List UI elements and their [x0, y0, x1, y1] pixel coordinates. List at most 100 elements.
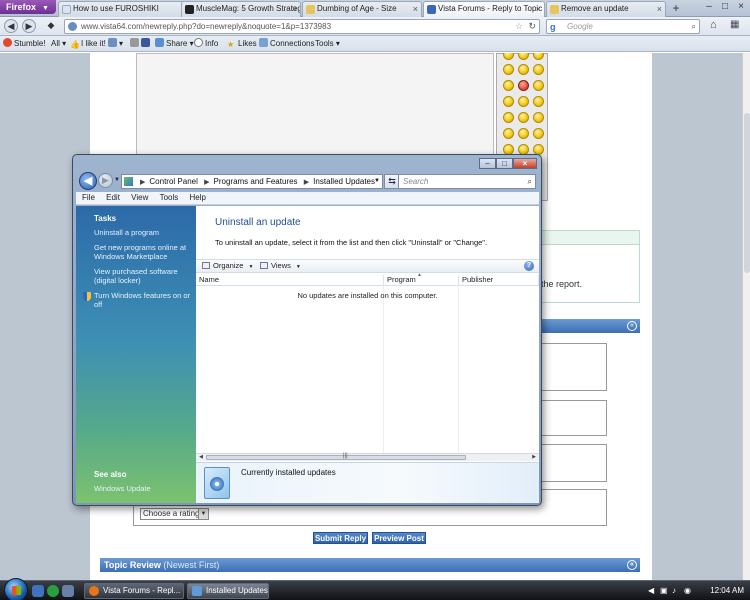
menu-view[interactable]: View [131, 193, 148, 202]
page-scrollbar[interactable] [742, 53, 750, 580]
minimize-icon[interactable]: – [702, 1, 716, 13]
addon-icon[interactable]: ▦ [730, 19, 739, 30]
menu-help[interactable]: Help [190, 193, 206, 202]
smilie-icon[interactable] [533, 96, 544, 107]
breadcrumb-programs-features[interactable]: Programs and Features [214, 177, 298, 186]
clock[interactable]: 12:04 AM [710, 583, 744, 599]
smilie-icon[interactable] [533, 80, 544, 91]
scroll-left-icon[interactable]: ◀ [197, 454, 205, 461]
maximize-icon[interactable]: □ [718, 1, 732, 13]
task-purchased-software[interactable]: View purchased software (digital locker) [94, 267, 192, 285]
search-icon[interactable]: ⌕ [692, 20, 696, 33]
likes-button[interactable]: ★ Likes [227, 36, 257, 51]
task-uninstall-program[interactable]: Uninstall a program [94, 228, 192, 237]
tools-menu[interactable]: Tools ▾ [315, 36, 340, 51]
close-icon[interactable]: × [657, 2, 662, 16]
volume-icon[interactable]: ♪ [672, 583, 676, 599]
forward-button[interactable]: ▶ [98, 173, 113, 188]
smilie-icon[interactable] [503, 80, 514, 91]
close-icon[interactable]: × [734, 1, 748, 13]
smilie-icon[interactable] [518, 128, 529, 139]
cool-smilie-icon[interactable] [503, 112, 514, 123]
browser-tab[interactable]: How to use FUROSHIKI × [58, 1, 195, 17]
connections-button[interactable]: Connections [259, 36, 314, 51]
search-input[interactable]: Search ⌕ [398, 174, 536, 189]
column-name[interactable]: Name [196, 275, 384, 286]
smilie-icon[interactable] [503, 96, 514, 107]
menu-file[interactable]: File [82, 193, 95, 202]
task-windows-update[interactable]: Windows Update [94, 484, 192, 493]
organize-button[interactable]: Organize ▼ [202, 260, 253, 273]
all-dropdown[interactable]: All ▾ [51, 36, 66, 51]
breadcrumb-installed-updates[interactable]: Installed Updates [313, 177, 375, 186]
scrollbar-thumb[interactable] [744, 113, 750, 273]
preview-post-button[interactable]: Preview Post [372, 532, 426, 544]
smilie-icon[interactable] [503, 53, 514, 60]
close-icon[interactable]: × [292, 2, 297, 16]
task-get-programs-online[interactable]: Get new programs online at Windows Marke… [94, 243, 192, 261]
tray-expand-icon[interactable]: ◀ [648, 583, 654, 599]
network-icon[interactable]: ▣ [660, 583, 668, 599]
switch-windows-icon[interactable] [62, 585, 74, 597]
smilie-icon[interactable] [518, 112, 529, 123]
home-icon[interactable]: ⌂ [710, 19, 717, 31]
scrollbar-thumb[interactable]: ||| [206, 453, 466, 460]
smilie-icon[interactable] [533, 53, 544, 60]
star-icon[interactable]: ☆ [515, 20, 523, 33]
collapse-icon[interactable]: « [627, 560, 637, 570]
submit-reply-button[interactable]: Submit Reply [313, 532, 368, 544]
horizontal-scrollbar[interactable]: ◀ ||| ▶ [196, 453, 539, 461]
rating-select[interactable]: Choose a rating ▼ [140, 508, 209, 520]
security-icon[interactable]: ◉ [684, 583, 691, 599]
angry-smilie-icon[interactable] [518, 80, 529, 91]
start-button[interactable] [4, 578, 28, 600]
back-button[interactable]: ◀ [79, 172, 97, 190]
views-button[interactable]: Views ▼ [260, 260, 301, 273]
address-bar[interactable]: ▶ Control Panel ▶ Programs and Features ▶ I… [121, 174, 383, 189]
scroll-right-icon[interactable]: ▶ [530, 454, 538, 461]
close-icon[interactable]: × [413, 2, 418, 16]
close-icon[interactable]: × [536, 2, 541, 16]
stumble-extra-icons[interactable] [130, 36, 152, 51]
smilie-icon[interactable] [503, 128, 514, 139]
url-bar[interactable]: www.vista64.com/newreply.php?do=newreply… [64, 19, 540, 34]
chevron-down-icon[interactable]: ▼ [374, 175, 380, 188]
smilie-icon[interactable] [518, 53, 529, 60]
stumble-button[interactable]: Stumble! [3, 36, 46, 51]
search-icon[interactable]: ⌕ [528, 175, 532, 188]
browser-tab[interactable]: Remove an update × [546, 1, 666, 17]
show-desktop-icon[interactable] [32, 585, 44, 597]
minimize-icon[interactable]: – [479, 158, 496, 169]
close-icon[interactable]: × [513, 158, 537, 169]
breadcrumb-control-panel[interactable]: Control Panel [149, 177, 197, 186]
column-program[interactable]: ▲ Program [384, 272, 459, 286]
menu-tools[interactable]: Tools [160, 193, 179, 202]
menu-edit[interactable]: Edit [106, 193, 120, 202]
taskbar-task-active[interactable]: Installed Updates [187, 583, 269, 599]
back-button[interactable]: ◀ [4, 19, 18, 33]
like-button[interactable]: 👍I like it! [70, 36, 106, 51]
help-icon[interactable]: ? [524, 261, 534, 271]
taskbar-task[interactable]: Vista Forums - Repl... [84, 583, 184, 599]
column-publisher[interactable]: Publisher [459, 275, 539, 286]
smilie-icon[interactable] [518, 96, 529, 107]
maximize-icon[interactable]: □ [496, 158, 513, 169]
smilie-icon[interactable] [533, 112, 544, 123]
browser-tab[interactable]: Dumbing of Age - Size × [302, 1, 422, 17]
task-windows-features[interactable]: Turn Windows features on or off [94, 291, 192, 309]
smilie-icon[interactable] [503, 64, 514, 75]
search-input[interactable]: g Google ⌕ [546, 19, 700, 34]
forward-button[interactable]: ▶ [22, 19, 36, 33]
sunglasses-smilie-icon[interactable] [533, 128, 544, 139]
utorrent-icon[interactable] [47, 585, 59, 597]
smilie-icon[interactable] [518, 64, 529, 75]
browser-tab-active[interactable]: Vista Forums - Reply to Topic × [423, 1, 545, 17]
shield-icon[interactable]: ◆ [44, 19, 58, 33]
smilie-icon[interactable] [533, 64, 544, 75]
info-button[interactable]: Info [194, 36, 218, 51]
browser-tab[interactable]: MuscleMag: 5 Growth Strateg... × [181, 1, 301, 17]
dislike-button[interactable]: ▾ [108, 36, 123, 51]
recent-pages-icon[interactable]: ▼ [114, 177, 120, 183]
reload-icon[interactable]: ↻ [528, 20, 536, 33]
collapse-icon[interactable]: « [627, 321, 637, 331]
